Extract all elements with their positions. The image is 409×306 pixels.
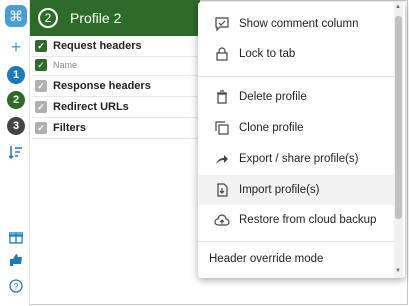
add-profile-icon[interactable]: + <box>7 37 25 57</box>
import-icon <box>213 181 231 199</box>
sidebar: ⌘ + 1 2 3 ? <box>0 0 30 306</box>
thumbs-up-icon[interactable] <box>7 251 25 269</box>
response-headers-row[interactable]: ✓ Response headers <box>32 76 198 97</box>
cloud-icon <box>213 211 231 229</box>
lock-icon <box>213 45 231 63</box>
menu-item-show-comment-column[interactable]: Show comment column <box>198 9 394 39</box>
response-headers-checkbox[interactable]: ✓ <box>35 80 47 92</box>
profile-menu: Show comment column Lock to tab Delete p… <box>198 2 405 278</box>
profile-title[interactable]: Profile 2 <box>70 10 121 26</box>
menu-item-delete-profile[interactable]: Delete profile <box>198 82 394 112</box>
menu-item-clone-profile[interactable]: Clone profile <box>198 113 394 143</box>
profile-2-button[interactable]: 2 <box>7 91 25 109</box>
filters-row[interactable]: ✓ Filters <box>32 118 198 139</box>
request-headers-row[interactable]: ✓ Request headers <box>32 36 198 57</box>
copy-icon <box>213 119 231 137</box>
scroll-up-icon[interactable]: ▲ <box>395 4 401 10</box>
profile-3-button[interactable]: 3 <box>7 117 25 135</box>
menu-scrollbar[interactable]: ▲ ▼ <box>394 2 403 278</box>
scrollbar-thumb[interactable] <box>395 16 402 219</box>
menu-divider <box>198 241 394 242</box>
svg-text:?: ? <box>13 282 18 292</box>
name-checkbox[interactable]: ✓ <box>35 59 47 71</box>
sort-icon[interactable] <box>7 143 25 161</box>
share-icon <box>213 150 231 168</box>
profile-1-button[interactable]: 1 <box>7 66 25 84</box>
filters-checkbox[interactable]: ✓ <box>35 122 47 134</box>
menu-item-restore-cloud[interactable]: Restore from cloud backup <box>198 205 394 235</box>
request-headers-checkbox[interactable]: ✓ <box>35 40 47 52</box>
menu-item-import-profiles[interactable]: Import profile(s) <box>198 175 394 205</box>
profile-header: 2 Profile 2 <box>30 0 200 36</box>
app-logo-icon[interactable]: ⌘ <box>5 5 27 27</box>
menu-item-lock-to-tab[interactable]: Lock to tab <box>198 39 394 69</box>
help-icon[interactable]: ? <box>7 277 25 295</box>
name-row[interactable]: ✓ Name <box>32 55 198 76</box>
gift-icon[interactable] <box>7 228 25 246</box>
redirect-urls-row[interactable]: ✓ Redirect URLs <box>32 97 198 118</box>
redirect-urls-checkbox[interactable]: ✓ <box>35 101 47 113</box>
menu-divider <box>198 76 394 77</box>
menu-item-export-share[interactable]: Export / share profile(s) <box>198 144 394 174</box>
profile-number-badge: 2 <box>38 8 58 28</box>
scroll-down-icon[interactable]: ▼ <box>395 268 401 274</box>
comment-icon <box>213 15 231 33</box>
trash-icon <box>213 88 231 106</box>
menu-section-header-override-mode: Header override mode <box>209 253 324 265</box>
